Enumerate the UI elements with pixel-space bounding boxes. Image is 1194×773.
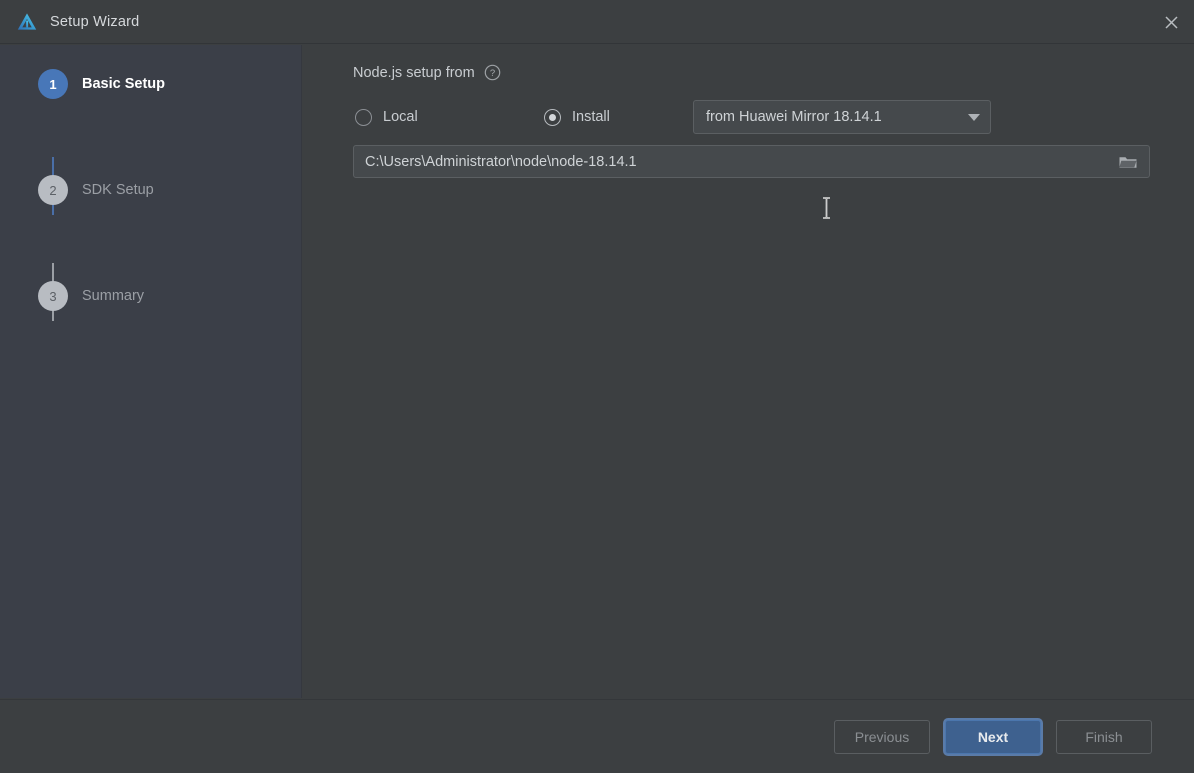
mouse-text-cursor (821, 197, 832, 219)
previous-button[interactable]: Previous (834, 720, 930, 754)
step-list: 1 Basic Setup 2 SDK Setup 3 Summary (0, 45, 301, 321)
sidebar-step-sdk-setup[interactable]: 2 SDK Setup (0, 172, 301, 208)
sidebar-step-summary[interactable]: 3 Summary (0, 278, 301, 314)
next-button[interactable]: Next (945, 720, 1041, 754)
window-titlebar: Setup Wizard (0, 0, 1194, 44)
section-label: Node.js setup from (353, 64, 475, 81)
setup-wizard-window: Setup Wizard 1 Basic Setup 2 SDK Setup 3… (0, 0, 1194, 773)
help-circle-icon[interactable]: ? (484, 64, 501, 81)
radio-install[interactable]: Install (544, 101, 610, 133)
nodejs-path-field[interactable] (353, 145, 1150, 178)
svg-text:?: ? (490, 68, 495, 79)
nodejs-setup-header: Node.js setup from ? (353, 64, 501, 81)
finish-button[interactable]: Finish (1056, 720, 1152, 754)
radio-dot (549, 113, 556, 121)
radio-local[interactable]: Local (355, 101, 418, 133)
deveco-triangle-logo-icon (14, 9, 40, 35)
wizard-footer: Previous Next Finish (0, 699, 1194, 773)
step-label: Summary (82, 288, 145, 304)
mirror-version-dropdown[interactable]: from Huawei Mirror 18.14.1 (693, 100, 991, 134)
nodejs-path-input[interactable] (365, 153, 1115, 170)
sidebar-step-basic-setup[interactable]: 1 Basic Setup (0, 66, 301, 102)
wizard-step-sidebar: 1 Basic Setup 2 SDK Setup 3 Summary (0, 45, 302, 698)
close-icon[interactable] (1148, 0, 1194, 44)
folder-open-icon[interactable] (1115, 149, 1141, 175)
mirror-version-value: from Huawei Mirror 18.14.1 (706, 109, 882, 125)
radio-indicator (355, 108, 372, 126)
step-number-badge: 3 (38, 281, 68, 311)
radio-install-label: Install (572, 109, 610, 125)
step-label: Basic Setup (82, 76, 165, 92)
chevron-down-icon (968, 113, 980, 121)
window-title: Setup Wizard (50, 13, 140, 30)
footer-button-group: Previous Next Finish (834, 720, 1152, 754)
step-label: SDK Setup (82, 182, 154, 198)
radio-local-label: Local (383, 109, 418, 125)
radio-indicator-selected (544, 108, 561, 126)
step-number-badge: 2 (38, 175, 68, 205)
wizard-content-panel: Node.js setup from ? Local Install from … (303, 45, 1194, 698)
step-number-badge: 1 (38, 69, 68, 99)
